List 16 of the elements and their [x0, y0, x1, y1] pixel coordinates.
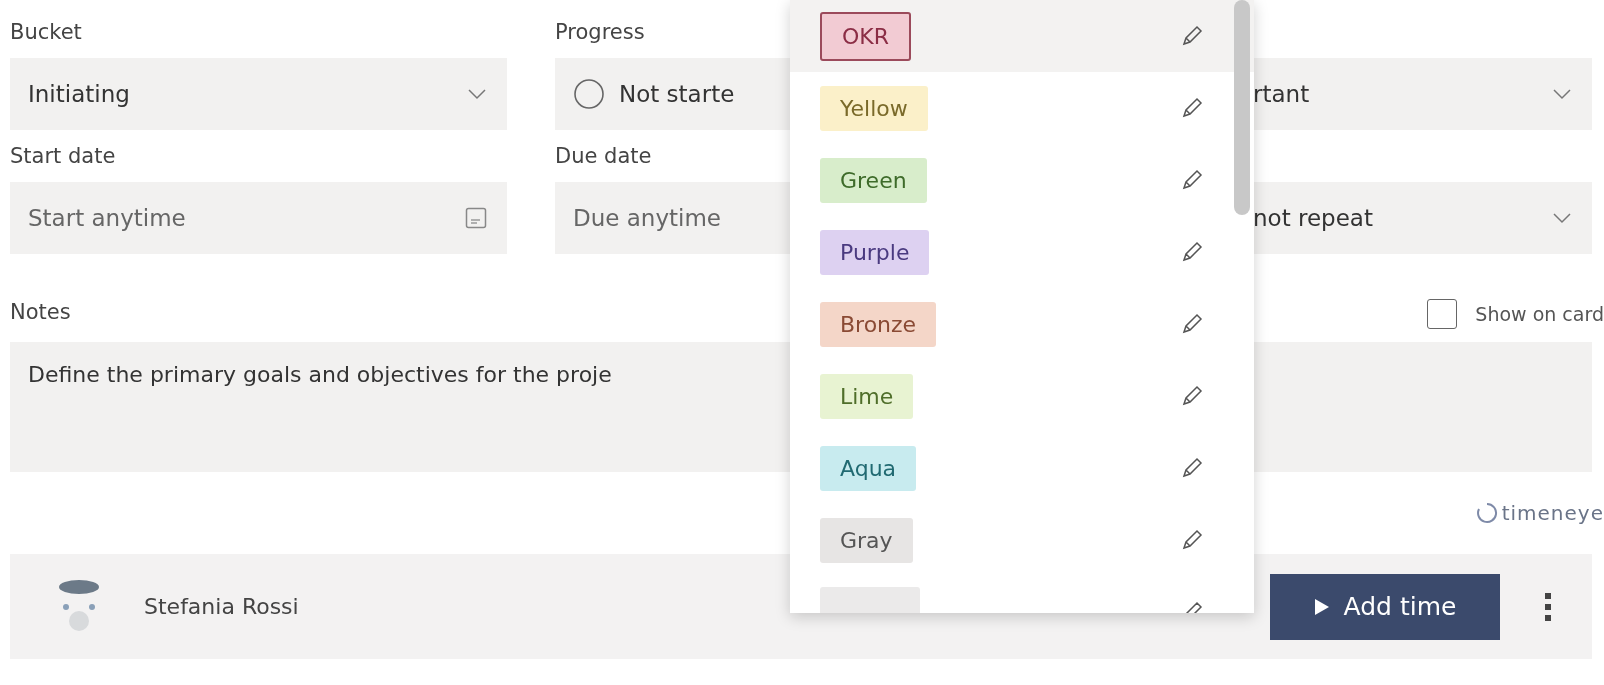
user-name: Stefania Rossi	[144, 594, 299, 619]
checkbox-label: Show on card	[1475, 303, 1604, 325]
label-chip: Purple	[820, 229, 930, 275]
label-chip: Gray	[820, 517, 913, 563]
label-chip: Green	[820, 157, 927, 203]
field-label: Start date	[10, 143, 116, 170]
field-label: Bucket	[10, 19, 82, 46]
field-label: Progress	[555, 19, 645, 46]
timeneye-logo: timeneye	[1475, 501, 1604, 525]
notes-label: Notes	[10, 299, 71, 326]
label-chip: Yellow	[820, 85, 928, 131]
field-label: Due date	[555, 143, 652, 170]
label-chip: Lime	[820, 373, 914, 419]
label-chip: Bronze	[820, 301, 937, 347]
label-chip: OKR	[820, 11, 912, 61]
label-chip: Aqua	[820, 445, 917, 491]
